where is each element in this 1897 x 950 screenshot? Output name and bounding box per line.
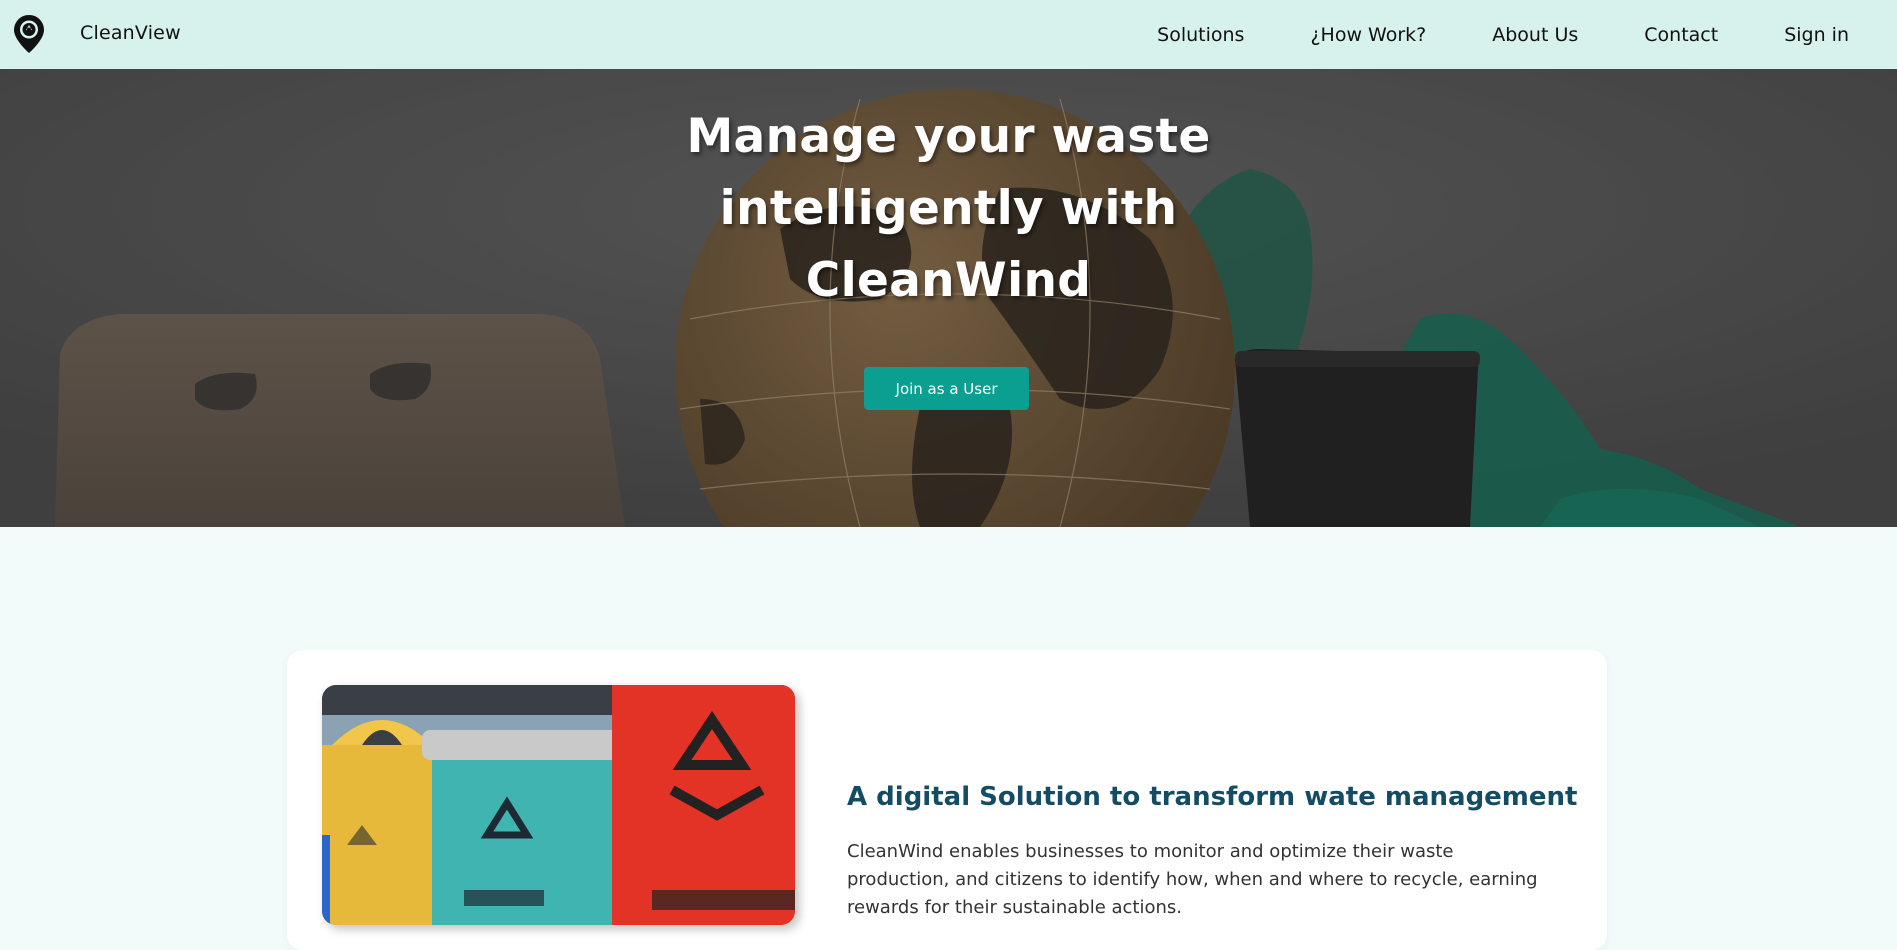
top-navbar: CleanView Solutions ¿How Work? About Us … [0, 0, 1897, 69]
nav-solutions[interactable]: Solutions [1157, 24, 1244, 46]
main-nav: Solutions ¿How Work? About Us Contact Si… [1157, 0, 1849, 69]
hero-title-line-2: intelligently with [719, 181, 1178, 236]
feature-title: A digital Solution to transform wate man… [847, 782, 1578, 812]
hero-title-line-1: Manage your waste [686, 109, 1211, 164]
hero-title: Manage your waste intelligently with Cle… [0, 101, 1897, 317]
brand-name[interactable]: CleanView [80, 22, 181, 44]
feature-card: A digital Solution to transform wate man… [287, 650, 1607, 950]
hero-title-line-3: CleanWind [805, 253, 1092, 308]
hero-section: Manage your waste intelligently with Cle… [0, 69, 1897, 527]
feature-description: CleanWind enables businesses to monitor … [847, 841, 1538, 918]
recycling-bins-image [322, 685, 795, 925]
nav-how-work[interactable]: ¿How Work? [1310, 24, 1426, 46]
nav-contact[interactable]: Contact [1644, 24, 1718, 46]
map-pin-recycle-icon[interactable] [13, 14, 45, 54]
join-as-user-button[interactable]: Join as a User [864, 367, 1029, 410]
nav-about-us[interactable]: About Us [1492, 24, 1578, 46]
nav-sign-in[interactable]: Sign in [1784, 24, 1849, 46]
